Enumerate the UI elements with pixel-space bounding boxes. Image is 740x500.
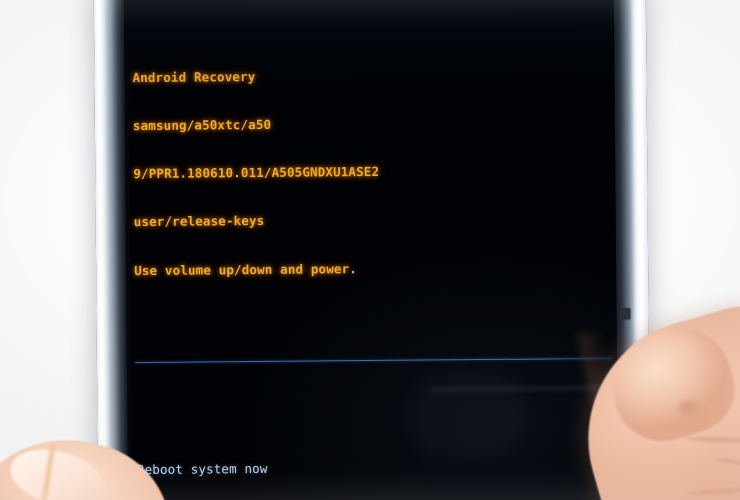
header-keys-line: user/release-keys: [133, 213, 265, 230]
hand-vein: [687, 484, 740, 496]
smartphone-device: Android Recovery samsung/a50xtc/a50 9/PP…: [93, 0, 651, 500]
phone-left-bezel: [93, 0, 129, 500]
screen-reflection-blob: [407, 370, 528, 458]
knuckle-dimple: [678, 400, 698, 414]
android-recovery-ui: Android Recovery samsung/a50xtc/a50 9/PP…: [128, 0, 619, 500]
recovery-menu: Reboot system now Reboot to bootloader A…: [136, 426, 619, 500]
hand-vein: [685, 436, 740, 445]
left-bezel-highlight: [97, 0, 110, 500]
menu-item-reboot-system-now[interactable]: Reboot system now: [136, 458, 614, 478]
header-title: Android Recovery: [132, 68, 256, 85]
phone-screen: Android Recovery samsung/a50xtc/a50 9/PP…: [127, 0, 619, 500]
header-instructions-line: Use volume up/down and power.: [134, 260, 357, 278]
menu-top-divider: [134, 358, 613, 364]
hand-vein: [715, 457, 740, 473]
power-button[interactable]: [620, 307, 631, 320]
header-build-line: 9/PPR1.180610.011/A505GNDXU1ASE2: [133, 164, 380, 182]
header-device-line: samsung/a50xtc/a50: [132, 116, 272, 133]
screenshot-scene: Android Recovery samsung/a50xtc/a50 9/PP…: [0, 0, 740, 500]
recovery-header: Android Recovery samsung/a50xtc/a50 9/PP…: [132, 42, 612, 311]
